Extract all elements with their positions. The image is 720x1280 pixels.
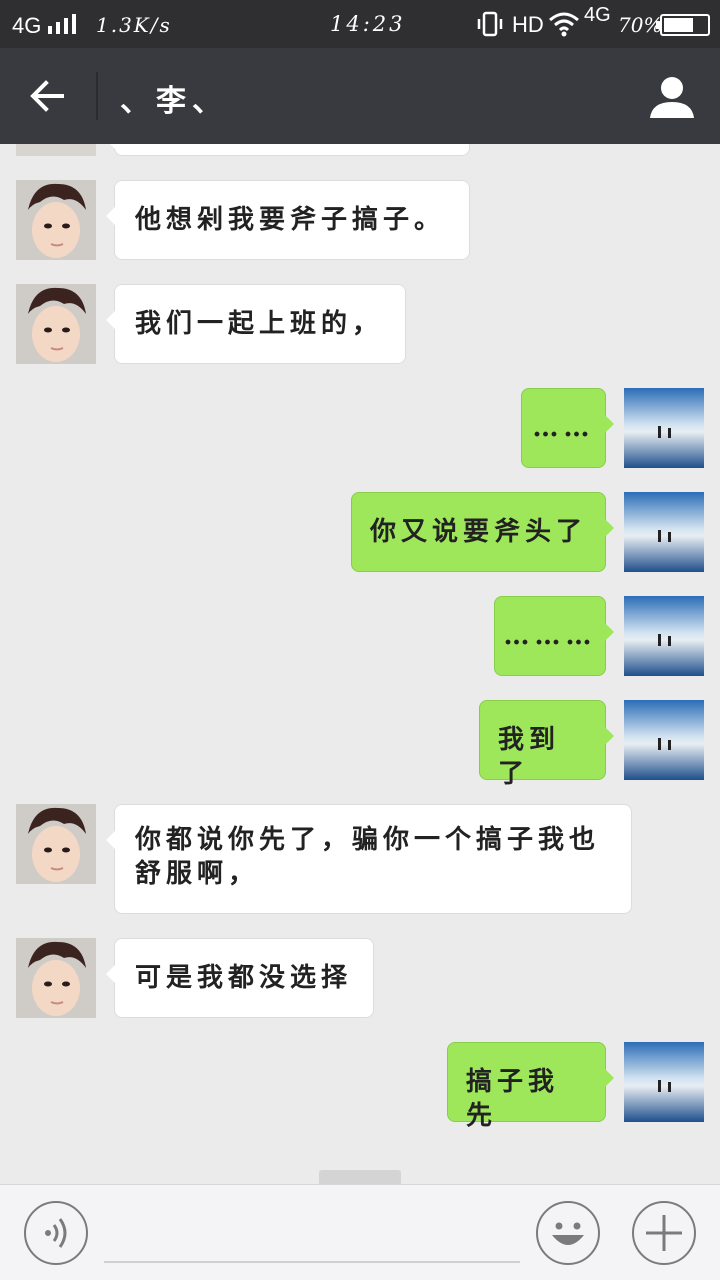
contact-avatar[interactable]: [16, 938, 96, 1018]
vibrate-icon: [477, 11, 503, 37]
plus-icon: [646, 1215, 682, 1251]
header-divider: [96, 72, 98, 120]
input-bar: [0, 1184, 720, 1280]
network-speed: 1.3K/s: [96, 13, 172, 37]
message-bubble-incoming[interactable]: 他想剁我要斧子搞子。: [106, 180, 470, 260]
contact-avatar[interactable]: [16, 284, 96, 364]
voice-icon: [45, 1218, 67, 1248]
sky-landscape-icon: [624, 1042, 704, 1122]
my-avatar[interactable]: [624, 388, 704, 468]
person-icon: [650, 77, 694, 118]
message-bubble-incoming[interactable]: 你都说你先了，骗你一个搞子我也舒服啊，: [106, 804, 632, 914]
keyboard-toggle-tab[interactable]: [319, 1170, 401, 1184]
message-bubble-outgoing[interactable]: 我到了: [479, 700, 614, 789]
status-bar: 4G 1.3K/s 14:23 HD 4G 70%: [0, 0, 720, 48]
contact-avatar[interactable]: [16, 180, 96, 260]
hd-indicator: HD: [512, 12, 544, 37]
face-portrait-icon: [16, 180, 96, 260]
sky-landscape-icon: [624, 700, 704, 780]
message-bubble-outgoing[interactable]: 搞子我先: [447, 1042, 614, 1131]
emoji-icon: [552, 1222, 584, 1245]
wifi-icon: [549, 12, 579, 37]
message-bubble-outgoing[interactable]: 你又说要斧头了: [351, 492, 614, 572]
message-bubble-partial[interactable]: [106, 144, 470, 156]
face-portrait-icon: [16, 804, 96, 884]
network-type-secondary: 4G: [584, 4, 611, 26]
back-button[interactable]: [22, 70, 74, 122]
chat-header: 、李、: [0, 48, 720, 144]
clock: 14:23: [330, 12, 406, 36]
message-input[interactable]: [104, 1205, 520, 1263]
sky-landscape-icon: [624, 388, 704, 468]
face-portrait-icon: [16, 144, 96, 156]
contact-avatar[interactable]: [16, 144, 96, 156]
chat-title: 、李、: [120, 84, 228, 119]
message-bubble-incoming[interactable]: 我们一起上班的，: [106, 284, 406, 364]
face-portrait-icon: [16, 938, 96, 1018]
message-bubble-outgoing[interactable]: ……: [521, 388, 614, 468]
contact-avatar[interactable]: [16, 804, 96, 884]
my-avatar[interactable]: [624, 1042, 704, 1122]
sky-landscape-icon: [624, 596, 704, 676]
sky-landscape-icon: [624, 492, 704, 572]
signal-icon: [48, 14, 76, 34]
network-type: 4G: [12, 13, 42, 38]
arrow-left-icon: [30, 80, 64, 112]
voice-button[interactable]: [24, 1201, 88, 1265]
emoji-button[interactable]: [536, 1201, 600, 1265]
my-avatar[interactable]: [624, 596, 704, 676]
battery-icon: [656, 14, 710, 36]
more-options-button[interactable]: [632, 1201, 696, 1265]
my-avatar[interactable]: [624, 492, 704, 572]
message-list[interactable]: 他想剁我要斧子搞子。 我们一起上班的， …… 你又说要斧头了 ……… 我到了 你…: [0, 144, 720, 1184]
my-avatar[interactable]: [624, 700, 704, 780]
face-portrait-icon: [16, 284, 96, 364]
message-bubble-outgoing[interactable]: ………: [494, 596, 614, 676]
message-bubble-incoming[interactable]: 可是我都没选择: [106, 938, 374, 1018]
chat-info-button[interactable]: [646, 72, 698, 124]
